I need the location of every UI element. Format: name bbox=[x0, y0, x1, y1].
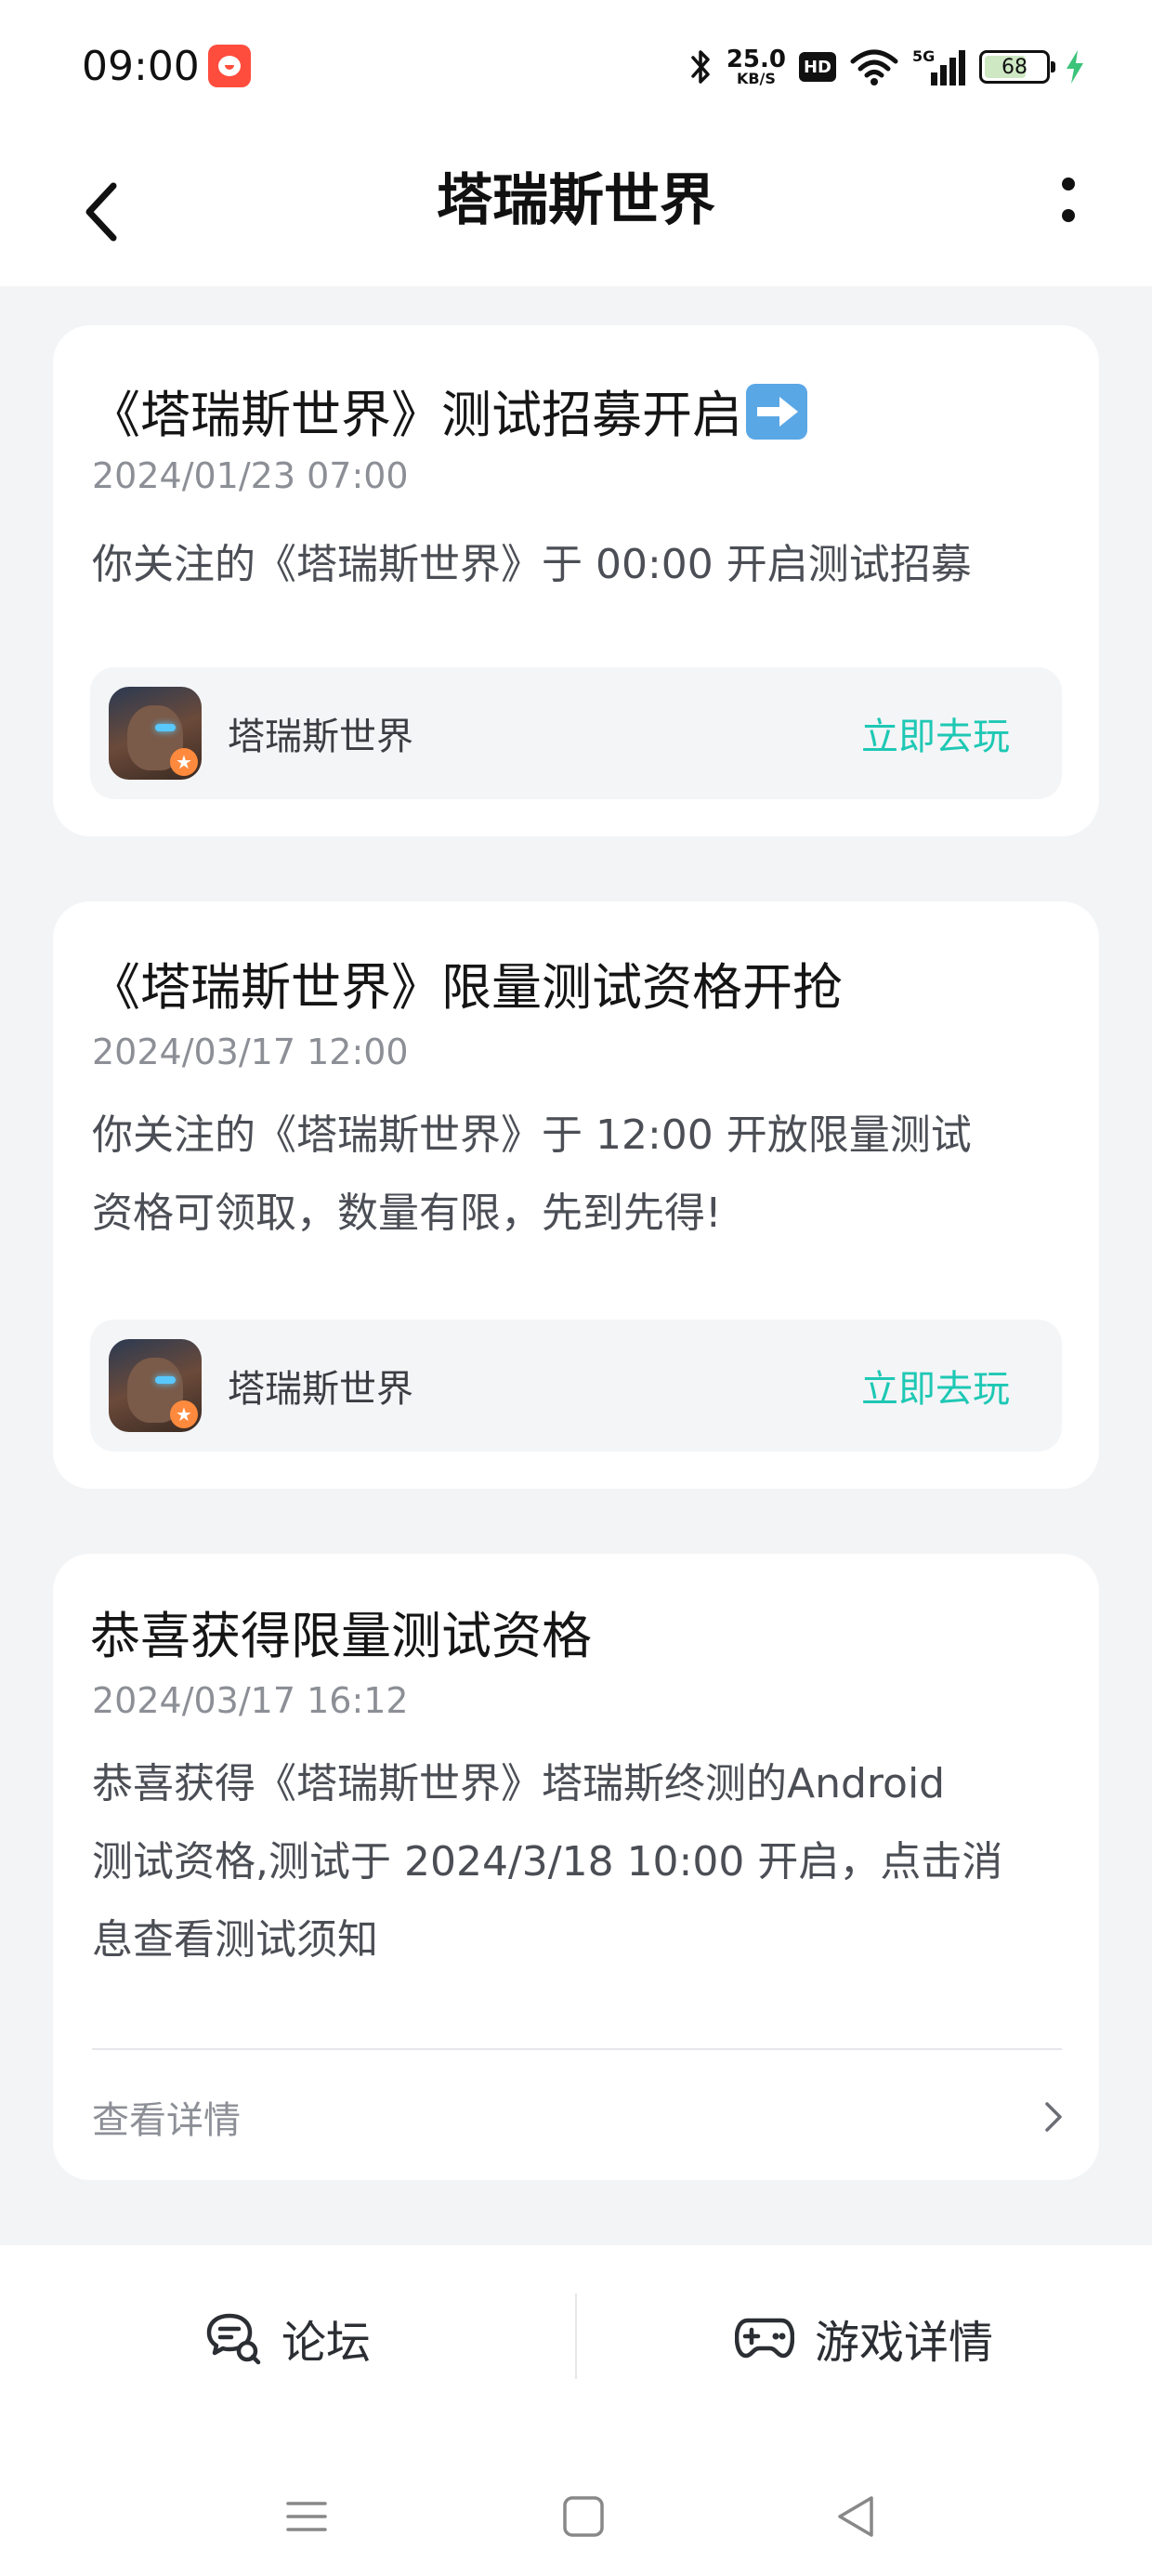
tab-forum[interactable]: 论坛 bbox=[0, 2245, 576, 2431]
message-body-line: 息查看测试须知 bbox=[92, 1916, 378, 1964]
wifi-icon bbox=[850, 49, 898, 85]
divider bbox=[92, 2048, 1062, 2050]
more-vertical-icon bbox=[1062, 177, 1075, 222]
hd-icon: HD bbox=[799, 52, 836, 82]
view-details-label: 查看详情 bbox=[92, 2099, 241, 2142]
message-date: 2024/03/17 12:00 bbox=[92, 1032, 409, 1072]
message-card[interactable]: 《塔瑞斯世界》测试招募开启 2024/01/23 07:00 你关注的《塔瑞斯世… bbox=[53, 325, 1099, 836]
message-title: 《塔瑞斯世界》限量测试资格开抢 bbox=[90, 958, 843, 1017]
battery-icon: 68 bbox=[979, 50, 1055, 84]
system-nav-bar bbox=[0, 2468, 1152, 2570]
back-triangle-icon[interactable] bbox=[829, 2489, 884, 2544]
game-icon: ★ bbox=[109, 1339, 202, 1432]
game-row[interactable]: ★ 塔瑞斯世界 立即去玩 bbox=[90, 1320, 1062, 1452]
message-date: 2024/03/17 16:12 bbox=[92, 1680, 409, 1721]
message-body-line: 你关注的《塔瑞斯世界》于 12:00 开放限量测试 bbox=[92, 1111, 972, 1159]
message-card[interactable]: 《塔瑞斯世界》限量测试资格开抢 2024/03/17 12:00 你关注的《塔瑞… bbox=[53, 901, 1099, 1489]
forum-icon bbox=[206, 2313, 261, 2365]
message-body: 恭喜获得《塔瑞斯世界》塔瑞斯终测的Android 测试资格,测试于 2024/3… bbox=[92, 1745, 1062, 1979]
network-speed: 25.0 KB/S bbox=[726, 46, 786, 87]
game-row[interactable]: ★ 塔瑞斯世界 立即去玩 bbox=[90, 667, 1062, 799]
home-icon[interactable] bbox=[556, 2489, 611, 2544]
signal-label: 5G bbox=[912, 47, 935, 65]
tab-game-details[interactable]: 游戏详情 bbox=[576, 2245, 1152, 2431]
more-button[interactable] bbox=[1022, 156, 1115, 249]
message-body-line: 恭喜获得《塔瑞斯世界》塔瑞斯终测的Android bbox=[92, 1760, 946, 1807]
message-body: 你关注的《塔瑞斯世界》于 12:00 开放限量测试 资格可领取，数量有限，先到先… bbox=[92, 1097, 1062, 1253]
message-title: 《塔瑞斯世界》测试招募开启 bbox=[90, 374, 1062, 447]
message-title: 恭喜获得限量测试资格 bbox=[90, 1607, 592, 1665]
tab-game-details-label: 游戏详情 bbox=[814, 2317, 993, 2369]
game-name: 塔瑞斯世界 bbox=[228, 716, 413, 758]
recent-apps-icon[interactable] bbox=[279, 2489, 334, 2544]
status-time: 09:00 bbox=[82, 43, 200, 90]
bluetooth-icon bbox=[691, 50, 710, 84]
status-icons: 25.0 KB/S HD 5G 68 bbox=[689, 41, 1087, 93]
battery-level: 68 bbox=[1001, 55, 1028, 79]
play-now-button[interactable]: 立即去玩 bbox=[861, 1320, 1010, 1452]
play-now-button[interactable]: 立即去玩 bbox=[861, 667, 1010, 799]
message-body: 你关注的《塔瑞斯世界》于 00:00 开启测试招募 bbox=[92, 541, 972, 588]
message-date: 2024/01/23 07:00 bbox=[92, 455, 409, 496]
notification-app-icon bbox=[208, 45, 251, 87]
page-title: 塔瑞斯世界 bbox=[437, 167, 715, 233]
right-arrow-icon bbox=[746, 384, 807, 440]
view-details-link[interactable]: 查看详情 bbox=[92, 2070, 1071, 2163]
message-body-line: 资格可领取，数量有限，先到先得! bbox=[92, 1189, 722, 1237]
signal-icon: 5G bbox=[912, 47, 965, 85]
gamepad-icon bbox=[734, 2318, 794, 2359]
chevron-right-icon bbox=[1045, 2102, 1062, 2132]
message-body-line: 测试资格,测试于 2024/3/18 10:00 开启，点击消 bbox=[92, 1838, 1003, 1886]
tab-forum-label: 论坛 bbox=[281, 2317, 371, 2369]
charging-icon bbox=[1067, 50, 1083, 84]
bottom-bar: 论坛 游戏详情 bbox=[0, 2245, 1152, 2576]
game-name: 塔瑞斯世界 bbox=[228, 1368, 413, 1411]
game-icon: ★ bbox=[109, 687, 202, 780]
status-bar: 09:00 25.0 KB/S HD 5G 68 bbox=[0, 0, 1152, 138]
message-card[interactable]: 恭喜获得限量测试资格 2024/03/17 16:12 恭喜获得《塔瑞斯世界》塔… bbox=[53, 1554, 1099, 2180]
nav-bar: 塔瑞斯世界 bbox=[0, 138, 1152, 286]
